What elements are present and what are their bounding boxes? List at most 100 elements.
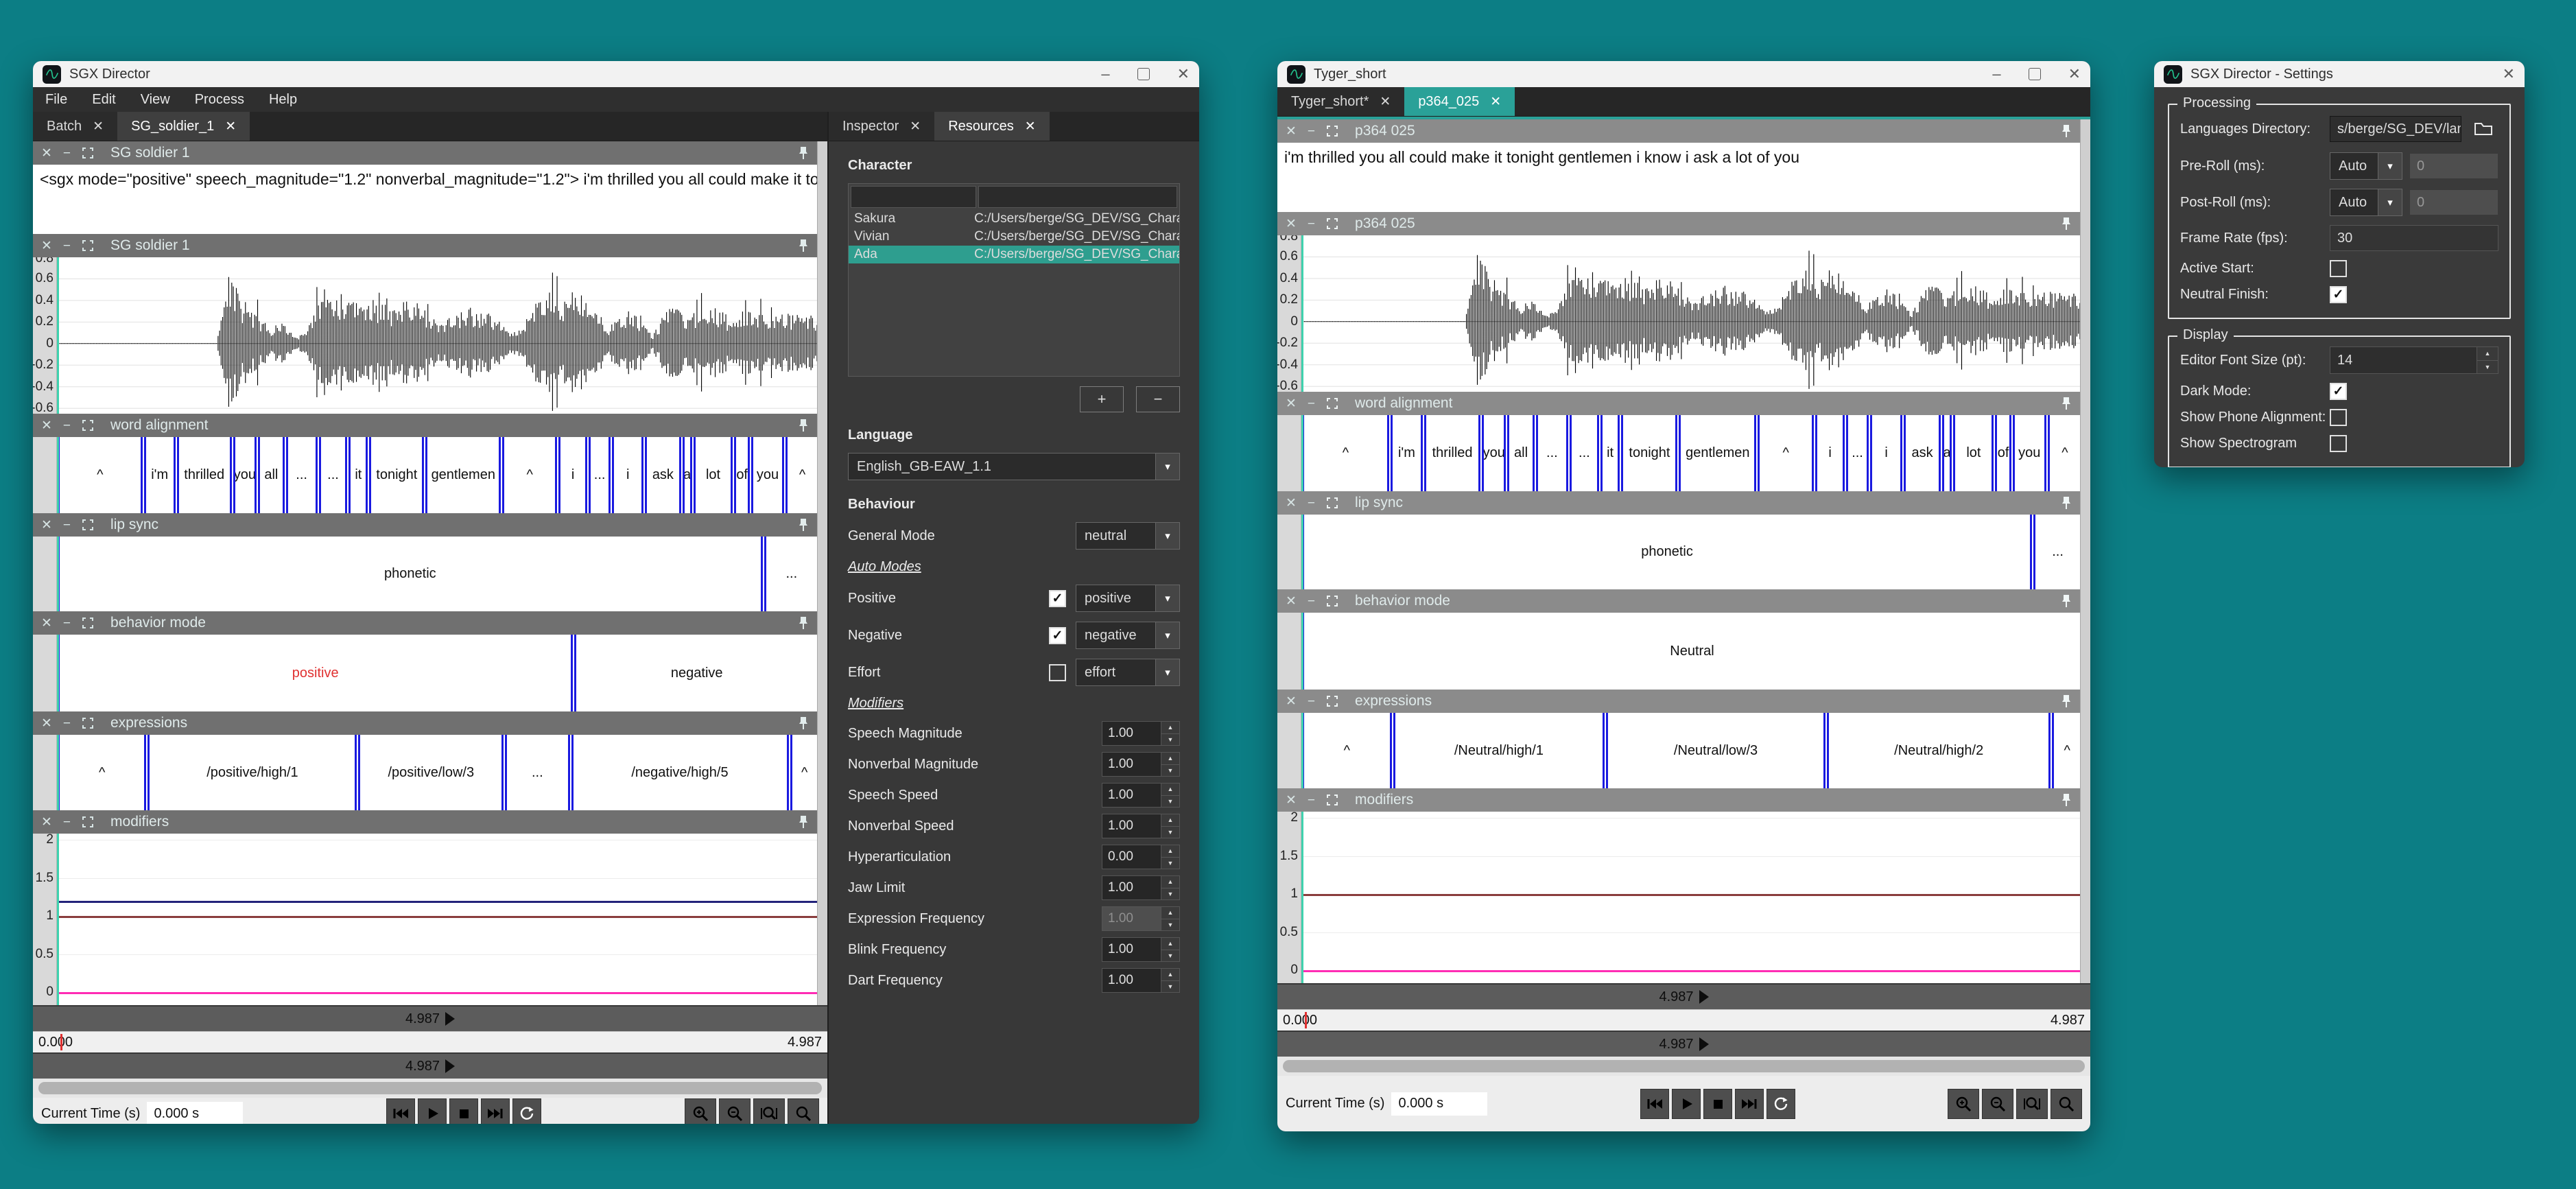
playhead[interactable] (57, 834, 59, 1005)
pin-icon[interactable] (2061, 496, 2072, 510)
word-segment[interactable]: ^ (2048, 415, 2080, 491)
close-icon[interactable]: ✕ (41, 519, 52, 532)
skip-end-button[interactable] (1735, 1089, 1764, 1119)
close-icon[interactable]: ✕ (1286, 217, 1297, 231)
zoom-in-button[interactable] (1948, 1089, 1979, 1119)
pin-icon[interactable] (798, 716, 809, 730)
play-button[interactable] (418, 1098, 447, 1124)
lip-sync-segment[interactable]: ... (764, 537, 817, 611)
menu-item[interactable]: View (141, 92, 170, 108)
word-segment[interactable]: i'm (144, 437, 176, 513)
pin-icon[interactable] (798, 518, 809, 532)
character-row[interactable]: Ada C:/Users/berge/SG_DEV/SG_Characte... (849, 246, 1179, 263)
modifier-spinbox[interactable]: 0.00 ▲▼ (1102, 845, 1180, 869)
word-segment[interactable]: you (751, 437, 784, 513)
play-button[interactable] (1672, 1089, 1701, 1119)
neutral-finish-checkbox[interactable]: ✓ (2330, 286, 2347, 303)
document-tab[interactable]: Batch ✕ (33, 112, 117, 141)
titlebar[interactable]: SGX Director – ✕ (33, 61, 1199, 87)
close-icon[interactable]: ✕ (1286, 794, 1297, 807)
expand-icon[interactable] (1326, 695, 1338, 707)
spin-down-icon[interactable]: ▼ (1161, 981, 1179, 993)
behavior-segment[interactable]: Neutral (1302, 613, 2080, 690)
word-segment[interactable]: ... (286, 437, 318, 513)
modifier-curve[interactable] (1301, 894, 2080, 896)
word-segment[interactable]: ^ (1302, 415, 1389, 491)
expand-icon[interactable] (1326, 497, 1338, 509)
pin-icon[interactable] (2061, 694, 2072, 708)
document-tab[interactable]: Tyger_short* ✕ (1277, 87, 1404, 116)
stop-button[interactable] (449, 1098, 478, 1124)
word-segment[interactable]: tonight (369, 437, 424, 513)
pin-icon[interactable] (2061, 217, 2072, 231)
spin-up-icon[interactable]: ▲ (1161, 907, 1179, 919)
character-row[interactable]: Sakura C:/Users/berge/SG_DEV/SG_Characte… (849, 210, 1179, 228)
modifier-spinbox[interactable]: 1.00 ▲▼ (1102, 814, 1180, 838)
word-segment[interactable]: i (1815, 415, 1845, 491)
remove-character-button[interactable]: − (1136, 386, 1180, 412)
skip-start-button[interactable] (1640, 1089, 1669, 1119)
word-segment[interactable]: it (1600, 415, 1620, 491)
close-icon[interactable]: ✕ (41, 617, 52, 630)
playhead[interactable] (1301, 515, 1303, 589)
spin-up-icon[interactable]: ▲ (1161, 969, 1179, 981)
word-segment[interactable]: you (233, 437, 257, 513)
character-row[interactable]: Vivian C:/Users/berge/SG_DEV/SG_Characte… (849, 228, 1179, 246)
script-text[interactable]: <sgx mode="positive" speech_magnitude="1… (33, 165, 817, 194)
menu-item[interactable]: Help (269, 92, 297, 108)
expand-icon[interactable] (82, 147, 94, 159)
minimize-icon[interactable]: – (1101, 67, 1109, 82)
skip-start-button[interactable] (386, 1098, 415, 1124)
auto-mode-dropdown[interactable]: effort ▾ (1076, 659, 1180, 686)
maximize-icon[interactable] (1137, 68, 1150, 80)
add-character-button[interactable]: + (1080, 386, 1124, 412)
loop-button[interactable] (512, 1098, 541, 1124)
expand-icon[interactable] (82, 617, 94, 629)
modifiers-plot[interactable] (1301, 812, 2080, 983)
time-ruler[interactable]: 0.000 4.987 (33, 1031, 827, 1052)
close-icon[interactable]: ✕ (41, 717, 52, 730)
spin-down-icon[interactable]: ▼ (1161, 765, 1179, 777)
minimize-icon[interactable]: – (1992, 67, 2000, 82)
zoom-fit-button[interactable] (753, 1098, 785, 1124)
auto-mode-dropdown[interactable]: negative ▾ (1076, 622, 1180, 649)
show-spectrogram-checkbox[interactable] (2330, 435, 2347, 452)
close-icon[interactable]: ✕ (1286, 595, 1297, 608)
word-segment[interactable]: ... (1570, 415, 1599, 491)
spin-up-icon[interactable]: ▲ (1161, 722, 1179, 734)
general-mode-dropdown[interactable]: neutral ▾ (1076, 522, 1180, 550)
menu-item[interactable]: File (45, 92, 67, 108)
expression-segment[interactable]: /Neutral/low/3 (1606, 713, 1825, 788)
playhead[interactable] (1301, 235, 1303, 392)
pin-icon[interactable] (798, 146, 809, 160)
zoom-in-button[interactable] (685, 1098, 716, 1124)
word-segment[interactable]: ask (645, 437, 681, 513)
playhead[interactable] (57, 257, 59, 414)
word-segment[interactable]: ^ (502, 437, 557, 513)
zoom-out-button[interactable] (1982, 1089, 2013, 1119)
expression-segment[interactable]: /positive/high/1 (147, 735, 357, 810)
word-segment[interactable]: lot (694, 437, 733, 513)
expression-segment[interactable]: /positive/low/3 (358, 735, 504, 810)
expression-segment[interactable]: ^ (790, 735, 818, 810)
close-icon[interactable]: ✕ (1286, 497, 1297, 510)
word-segment[interactable]: ^ (58, 437, 143, 513)
titlebar[interactable]: Tyger_short – ✕ (1277, 61, 2090, 87)
spin-up-icon[interactable]: ▲ (1161, 753, 1179, 765)
maximize-icon[interactable] (2029, 68, 2041, 80)
word-segment[interactable]: ^ (1758, 415, 1814, 491)
tab-close-icon[interactable]: ✕ (225, 119, 236, 134)
playhead[interactable] (57, 735, 59, 810)
pin-icon[interactable] (2061, 594, 2072, 608)
playhead[interactable] (1301, 613, 1303, 690)
playhead[interactable] (1301, 812, 1303, 983)
word-segment[interactable]: of (734, 437, 750, 513)
auto-mode-checkbox[interactable]: ✓ (1049, 627, 1066, 644)
expression-segment[interactable]: /Neutral/high/1 (1393, 713, 1605, 788)
expand-icon[interactable] (1326, 794, 1338, 806)
modifier-curve[interactable] (57, 901, 817, 903)
selection-bar-top[interactable]: 4.987 (1277, 983, 2090, 1009)
word-segment[interactable]: ... (1846, 415, 1869, 491)
show-phone-alignment-checkbox[interactable] (2330, 409, 2347, 426)
vertical-scrollbar[interactable] (817, 141, 827, 1005)
